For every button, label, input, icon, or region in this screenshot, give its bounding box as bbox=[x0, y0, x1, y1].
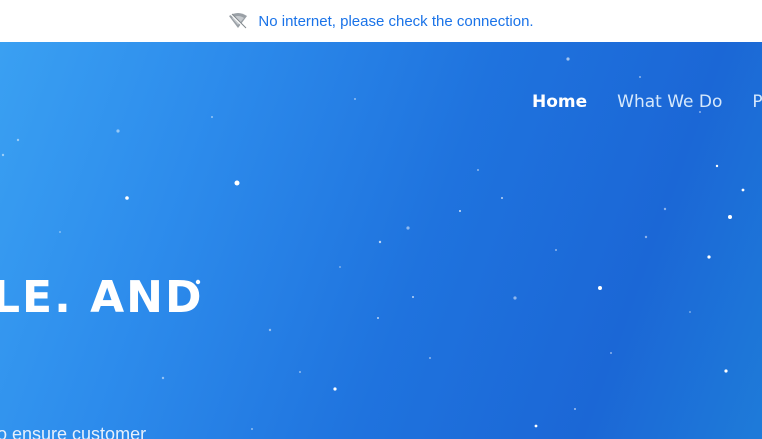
nav-item-what-we-do[interactable]: What We Do bbox=[617, 92, 722, 112]
hero-headline: LE. AND bbox=[0, 272, 204, 323]
wifi-off-icon bbox=[228, 13, 248, 29]
page: No internet, please check the connection… bbox=[0, 0, 762, 439]
main-nav: Home What We Do Pro bbox=[532, 92, 762, 112]
offline-banner: No internet, please check the connection… bbox=[0, 0, 762, 42]
nav-item-home[interactable]: Home bbox=[532, 92, 587, 112]
offline-message: No internet, please check the connection… bbox=[258, 12, 534, 30]
hero-section: Home What We Do Pro LE. AND o ensure cus… bbox=[0, 42, 762, 439]
hero-subtext: o ensure customer bbox=[0, 424, 147, 439]
nav-item-products[interactable]: Pro bbox=[752, 92, 762, 112]
